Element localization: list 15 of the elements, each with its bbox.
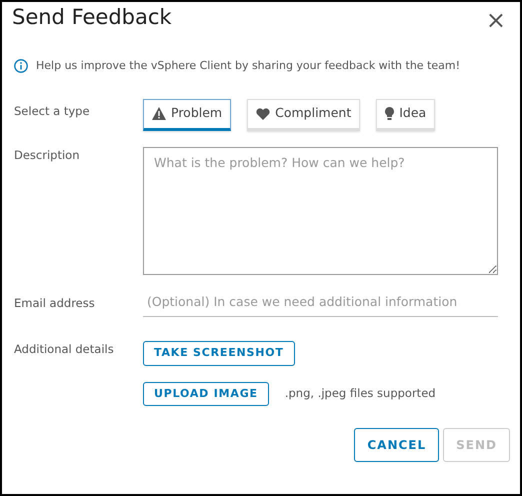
dialog-title: Send Feedback <box>12 5 172 30</box>
file-type-note: .png, .jpeg files supported <box>284 385 436 402</box>
dialog-button[interactable]: CANCEL <box>354 428 440 462</box>
description-field[interactable]: What is the problem? How can we help? <box>143 146 498 274</box>
type-option-button[interactable]: Problem <box>143 98 232 130</box>
field-label: Description <box>14 146 80 164</box>
field-label: Email address <box>14 294 96 312</box>
field-label: Select a type <box>14 102 91 120</box>
info-message: Help us improve the vSphere Client by sharing your feedback with the team! <box>36 58 460 74</box>
type-option-button[interactable]: Compliment <box>247 98 360 130</box>
take-screenshot-button[interactable]: TAKE SCREENSHOT <box>143 341 295 366</box>
close-button[interactable]: × <box>486 8 506 32</box>
field-label: Additional details <box>14 341 115 358</box>
upload-image-button[interactable]: UPLOAD IMAGE <box>143 382 269 406</box>
type-option-button[interactable]: Idea <box>376 98 436 130</box>
